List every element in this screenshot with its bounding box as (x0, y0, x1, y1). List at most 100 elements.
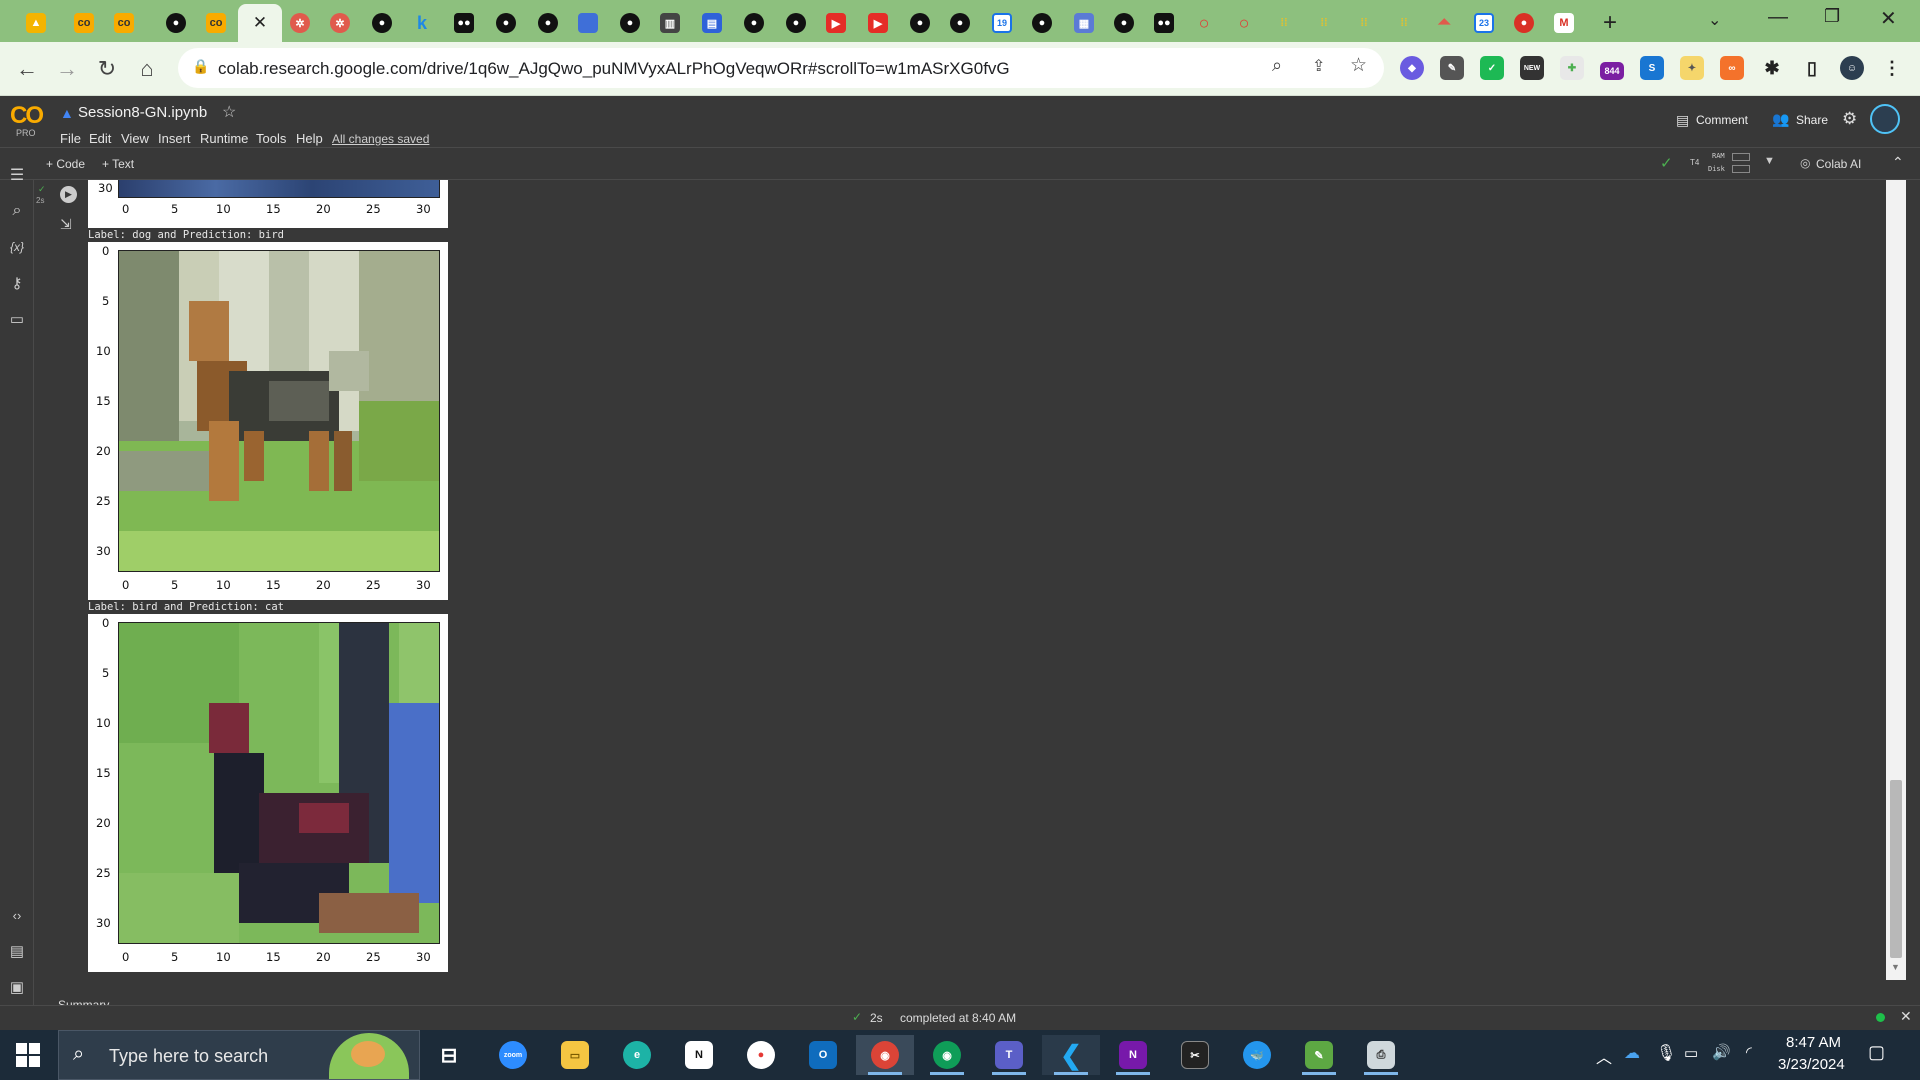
clock-date[interactable]: 3/23/2024 (1778, 1056, 1845, 1073)
scroll-down-arrow-icon[interactable]: ▼ (1891, 962, 1900, 972)
back-icon[interactable]: ← (12, 54, 42, 84)
tab-github-2[interactable]: ● (364, 6, 400, 40)
tab-github-10[interactable]: ● (1024, 6, 1060, 40)
bookmark-star-icon[interactable]: ☆ (1350, 54, 1367, 77)
taskbar-screen-recorder[interactable]: ● (732, 1035, 790, 1075)
extension-shield-icon[interactable]: ✓ (1480, 56, 1504, 80)
search-icon[interactable]: ⌕ (6, 200, 28, 222)
address-bar[interactable]: 🔒 colab.research.google.com/drive/1q6w_A… (178, 48, 1384, 88)
code-snippets-icon[interactable]: ‹› (6, 904, 28, 926)
tab-medium-1[interactable]: ●● (446, 6, 482, 40)
taskbar-vscode[interactable]: ❮ (1042, 1035, 1100, 1075)
url-text[interactable]: colab.research.google.com/drive/1q6w_AJg… (218, 59, 1010, 79)
extensions-puzzle-icon[interactable]: ✱ (1760, 56, 1784, 80)
extension-pen-icon[interactable]: ✎ (1440, 56, 1464, 80)
command-palette-icon[interactable]: ▤ (6, 940, 28, 962)
clock-time[interactable]: 8:47 AM (1786, 1034, 1841, 1051)
tab-github-9[interactable]: ● (942, 6, 978, 40)
notebook-scrollbar[interactable]: ▼ (1886, 180, 1906, 980)
tab-youtube-2[interactable]: ▶ (860, 6, 896, 40)
taskbar-outlook[interactable]: O (794, 1035, 852, 1075)
microphone-icon[interactable]: 🎙 (1656, 1043, 1676, 1063)
extension-link-icon[interactable]: ∞ (1720, 56, 1744, 80)
taskbar-zoom[interactable]: zoom (484, 1035, 542, 1075)
reload-icon[interactable]: ↻ (92, 54, 122, 84)
notifications-icon[interactable]: ▢ (1868, 1042, 1885, 1063)
tab-red-circle[interactable]: ● (1506, 6, 1542, 40)
extension-copilot-icon[interactable]: ◆ (1400, 56, 1424, 80)
tab-github-5[interactable]: ● (612, 6, 648, 40)
close-window-icon[interactable]: ✕ (1880, 6, 1897, 31)
menu-tools[interactable]: Tools (256, 131, 286, 146)
tab-doc-blue[interactable]: ▤ (694, 6, 730, 40)
tab-youtube-1[interactable]: ▶ (818, 6, 854, 40)
colab-logo[interactable]: CO (10, 102, 44, 130)
tab-calendar-1[interactable]: 19 (984, 6, 1020, 40)
show-hidden-icons-chevron[interactable]: ︿ (1596, 1044, 1612, 1068)
taskbar-paint[interactable]: ✎ (1290, 1035, 1348, 1075)
menu-runtime[interactable]: Runtime (200, 131, 248, 146)
tab-gmail[interactable]: M (1546, 6, 1582, 40)
tab-github-6[interactable]: ● (736, 6, 772, 40)
extension-note-icon[interactable]: ✦ (1680, 56, 1704, 80)
tab-book[interactable]: ▥ (652, 6, 688, 40)
tab-colab-3[interactable]: co (198, 6, 234, 40)
scrollbar-thumb[interactable] (1890, 780, 1902, 958)
side-panel-icon[interactable]: ▯ (1800, 56, 1824, 80)
table-of-contents-icon[interactable]: ☰ (6, 164, 28, 186)
secrets-key-icon[interactable]: ⚷ (6, 272, 28, 294)
taskbar-edge[interactable]: e (608, 1035, 666, 1075)
volume-icon[interactable]: 🔊 (1712, 1043, 1731, 1061)
close-status-icon[interactable]: ✕ (1900, 1008, 1912, 1025)
taskbar-chrome-1[interactable]: ◉ (856, 1035, 914, 1075)
taskbar-docker[interactable]: 🐳 (1228, 1035, 1286, 1075)
menu-help[interactable]: Help (296, 131, 323, 146)
tab-dots-2[interactable]: ⁞⁞ (1306, 6, 1342, 40)
profile-avatar[interactable]: ☺ (1840, 56, 1864, 80)
collapse-header-icon[interactable]: ⌃ (1892, 154, 1904, 171)
battery-icon[interactable]: ▭ (1684, 1044, 1698, 1062)
comment-button[interactable]: Comment (1696, 113, 1748, 127)
tab-calendar-2[interactable]: 23 (1466, 6, 1502, 40)
run-cell-icon[interactable]: ▶ (60, 186, 77, 203)
tab-medium-2[interactable]: ●● (1146, 6, 1182, 40)
onedrive-icon[interactable]: ☁ (1624, 1043, 1640, 1063)
tab-opera-2[interactable]: ○ (1226, 6, 1262, 40)
zoom-icon[interactable]: ⌕ (1272, 55, 1282, 76)
user-avatar[interactable] (1870, 104, 1900, 134)
taskbar-chrome-2[interactable]: ◉ (918, 1035, 976, 1075)
output-actions-icon[interactable]: ⇲ (60, 216, 72, 233)
tab-dots-1[interactable]: ⁞⁞ (1266, 6, 1302, 40)
share-page-icon[interactable]: ⇪ (1312, 56, 1325, 76)
wifi-icon[interactable]: ◜ (1746, 1043, 1752, 1061)
tab-github-4[interactable]: ● (530, 6, 566, 40)
settings-gear-icon[interactable]: ⚙ (1842, 109, 1857, 129)
variables-icon[interactable]: {x} (6, 236, 28, 258)
tab-github-3[interactable]: ● (488, 6, 524, 40)
taskbar-teams[interactable]: T (980, 1035, 1038, 1075)
close-tab-icon[interactable]: ✕ (253, 13, 267, 33)
tab-dots-4[interactable]: ⁞⁞ (1386, 6, 1422, 40)
extension-badge-844[interactable]: 844 (1600, 62, 1624, 80)
menu-insert[interactable]: Insert (158, 131, 191, 146)
tab-drive[interactable]: ▲ (18, 6, 54, 40)
forward-icon[interactable]: → (52, 54, 82, 84)
tab-github-11[interactable]: ● (1106, 6, 1142, 40)
tab-flask[interactable]: ⏶ (1426, 6, 1462, 40)
new-tab-button[interactable]: + (1592, 6, 1628, 40)
tab-github-8[interactable]: ● (902, 6, 938, 40)
add-code-button[interactable]: + Code (46, 157, 85, 171)
extension-new-icon[interactable]: NEW (1520, 56, 1544, 80)
tab-colab-2[interactable]: co (106, 6, 142, 40)
tab-red-2[interactable]: ✲ (322, 6, 358, 40)
status-completed-text[interactable]: completed at 8:40 AM (900, 1011, 1016, 1025)
notebook-title[interactable]: Session8-GN.ipynb (78, 104, 207, 121)
taskbar-notion[interactable]: N (670, 1035, 728, 1075)
taskbar-onenote[interactable]: N (1104, 1035, 1162, 1075)
taskbar-snipping[interactable]: ✂ (1166, 1035, 1224, 1075)
terminal-icon[interactable]: ▣ (6, 976, 28, 998)
tab-github-7[interactable]: ● (778, 6, 814, 40)
restore-window-icon[interactable]: ❐ (1824, 6, 1840, 27)
menu-view[interactable]: View (121, 131, 149, 146)
extension-s-icon[interactable]: S (1640, 56, 1664, 80)
